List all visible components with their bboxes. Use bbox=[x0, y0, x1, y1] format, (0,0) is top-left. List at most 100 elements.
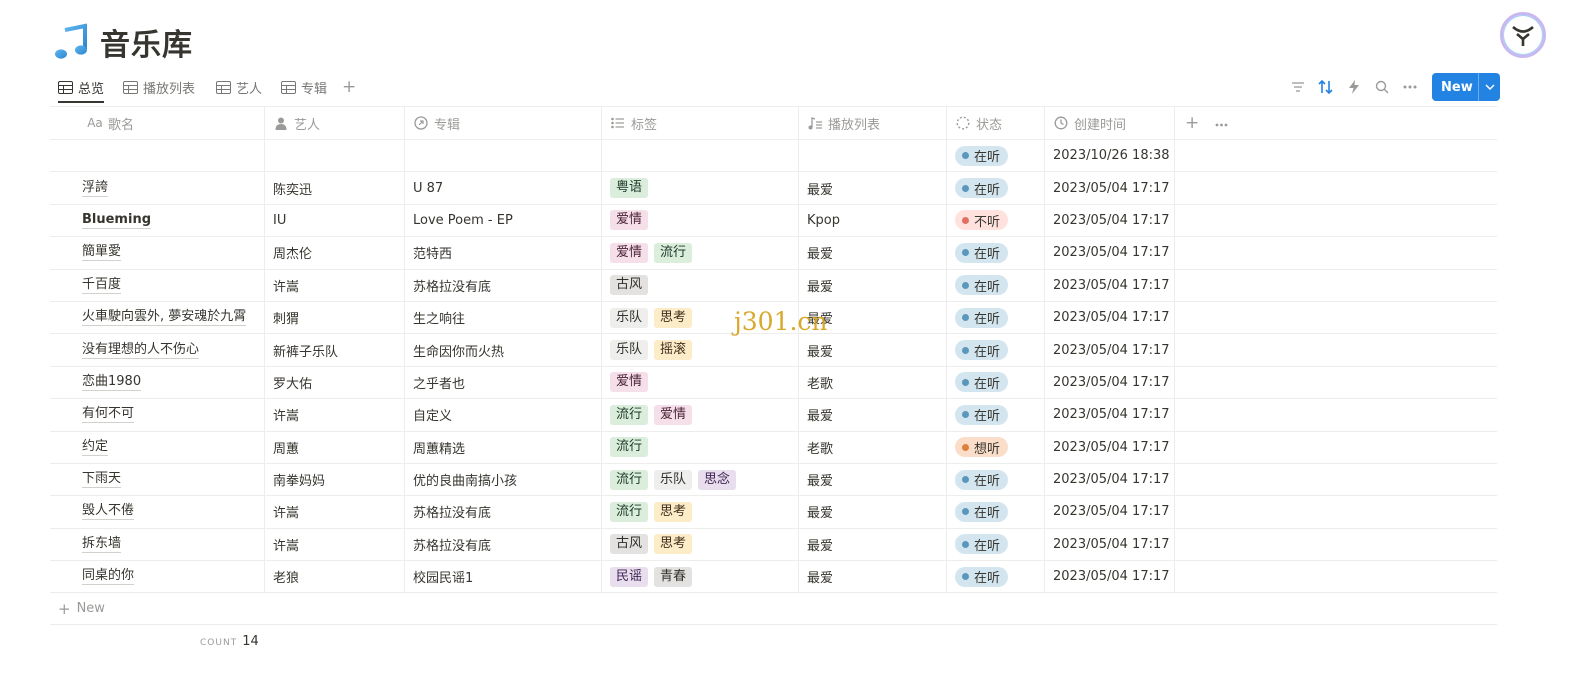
column-header-status[interactable]: 状态 bbox=[947, 107, 1045, 139]
song-cell[interactable]: 毁人不倦 bbox=[50, 496, 265, 528]
playlist-cell[interactable]: 最爱 bbox=[799, 334, 947, 366]
tags-cell[interactable]: 古风 思考 bbox=[602, 528, 799, 561]
tags-cell[interactable]: 乐队 摇滚 bbox=[602, 334, 799, 366]
count-summary[interactable]: COUNT 14 bbox=[200, 634, 259, 649]
tags-cell[interactable]: 古风 bbox=[602, 269, 799, 301]
song-cell[interactable]: 有何不可 bbox=[50, 399, 265, 431]
table-row[interactable]: 恋曲1980 罗大佑 之乎者也 爱情 老歌 在听 2023/05/04 17:17 bbox=[50, 366, 1497, 400]
song-title[interactable]: 约定 bbox=[82, 439, 109, 456]
song-title[interactable]: 下雨天 bbox=[82, 471, 122, 489]
table-row[interactable]: 没有理想的人不伤心 新裤子乐队 生命因你而火热 乐队 摇滚 最爱 在听 2023/05/04 … bbox=[50, 334, 1497, 367]
tab-overview[interactable]: 总览 bbox=[58, 72, 105, 103]
tags-cell[interactable]: 粤语 bbox=[602, 172, 799, 204]
avatar[interactable] bbox=[1500, 12, 1546, 58]
album-cell[interactable]: 苏格拉没有底 bbox=[405, 269, 602, 301]
playlist-cell[interactable]: 最爱 bbox=[799, 561, 947, 593]
song-cell[interactable]: 簡單愛 bbox=[50, 237, 265, 269]
table-row[interactable]: 在听 2023/10/26 18:38 bbox=[50, 140, 1497, 173]
tab-playlists[interactable]: 播放列表 bbox=[123, 72, 195, 102]
album-cell[interactable]: 周蕙精选 bbox=[405, 431, 602, 463]
playlist-cell[interactable]: 最爱 bbox=[799, 172, 947, 204]
album-cell[interactable]: 生之响往 bbox=[405, 301, 602, 334]
artist-cell[interactable]: 许嵩 bbox=[265, 269, 405, 301]
album-cell[interactable]: U 87 bbox=[405, 172, 602, 204]
artist-cell[interactable]: 南拳妈妈 bbox=[265, 463, 405, 496]
column-header-created[interactable]: 创建时间 bbox=[1045, 107, 1175, 139]
status-cell[interactable]: 不听 bbox=[947, 204, 1045, 237]
album-cell[interactable]: 范特西 bbox=[405, 237, 602, 269]
status-cell[interactable]: 在听 bbox=[947, 301, 1045, 334]
playlist-cell[interactable] bbox=[799, 140, 947, 172]
playlist-cell[interactable]: 最爱 bbox=[799, 399, 947, 431]
table-row[interactable]: 千百度 许嵩 苏格拉没有底 古风 最爱 在听 2023/05/04 17:17 bbox=[50, 269, 1497, 302]
lightning-icon[interactable] bbox=[1340, 73, 1368, 101]
song-cell[interactable]: Blueming bbox=[50, 204, 265, 237]
artist-cell[interactable]: 刺猬 bbox=[265, 301, 405, 334]
more-icon[interactable] bbox=[1396, 73, 1424, 101]
tags-cell[interactable]: 爱情 bbox=[602, 204, 799, 237]
song-title[interactable]: 簡單愛 bbox=[82, 244, 122, 262]
tags-cell[interactable]: 民谣 青春 bbox=[602, 561, 799, 593]
song-cell[interactable]: 没有理想的人不伤心 bbox=[50, 334, 265, 366]
sort-icon[interactable] bbox=[1312, 73, 1340, 101]
status-cell[interactable]: 在听 bbox=[947, 463, 1045, 496]
status-cell[interactable]: 在听 bbox=[947, 140, 1045, 172]
table-row[interactable]: 浮誇 陈奕迅 U 87 粤语 最爱 在听 2023/05/04 17:17 bbox=[50, 172, 1497, 205]
artist-cell[interactable]: 周杰伦 bbox=[265, 237, 405, 269]
tags-cell[interactable]: 流行 bbox=[602, 431, 799, 463]
tab-albums[interactable]: 专辑 bbox=[281, 72, 327, 102]
artist-cell[interactable]: 许嵩 bbox=[265, 496, 405, 528]
song-cell[interactable]: 约定 bbox=[50, 431, 265, 463]
tags-cell[interactable]: 爱情 流行 bbox=[602, 237, 799, 269]
song-title[interactable]: Blueming bbox=[82, 212, 151, 229]
artist-cell[interactable]: 陈奕迅 bbox=[265, 172, 405, 204]
status-cell[interactable]: 在听 bbox=[947, 366, 1045, 399]
song-cell[interactable]: 浮誇 bbox=[50, 172, 265, 204]
search-icon[interactable] bbox=[1368, 73, 1396, 101]
music-note-icon[interactable] bbox=[52, 22, 92, 62]
album-cell[interactable]: 校园民谣1 bbox=[405, 561, 602, 593]
status-cell[interactable]: 在听 bbox=[947, 237, 1045, 269]
status-cell[interactable]: 在听 bbox=[947, 269, 1045, 301]
table-row[interactable]: 下雨天 南拳妈妈 优的良曲南搞小孩 流行 乐队 思念 最爱 在听 2023/05/04 17:1… bbox=[50, 463, 1497, 497]
column-header-artist[interactable]: 艺人 bbox=[265, 107, 405, 139]
song-cell[interactable]: 千百度 bbox=[50, 269, 265, 301]
artist-cell[interactable]: 罗大佑 bbox=[265, 366, 405, 399]
tags-cell[interactable]: 流行 思考 bbox=[602, 496, 799, 528]
artist-cell[interactable]: 许嵩 bbox=[265, 528, 405, 561]
tags-cell[interactable]: 爱情 bbox=[602, 366, 799, 399]
add-row-button[interactable]: + New bbox=[50, 593, 1497, 626]
song-cell[interactable] bbox=[50, 140, 265, 172]
chevron-down-icon[interactable] bbox=[1478, 73, 1500, 101]
column-header-tags[interactable]: 标签 bbox=[602, 107, 799, 139]
song-title[interactable]: 拆东墙 bbox=[82, 536, 122, 553]
column-header-playlist[interactable]: 播放列表 bbox=[799, 107, 947, 139]
status-cell[interactable]: 想听 bbox=[947, 431, 1045, 463]
tags-cell[interactable] bbox=[602, 140, 799, 172]
playlist-cell[interactable]: 最爱 bbox=[799, 528, 947, 561]
album-cell[interactable]: 生命因你而火热 bbox=[405, 334, 602, 366]
song-cell[interactable]: 恋曲1980 bbox=[50, 366, 265, 399]
album-cell[interactable]: 苏格拉没有底 bbox=[405, 496, 602, 528]
table-row[interactable]: 有何不可 许嵩 自定义 流行 爱情 最爱 在听 2023/05/04 17:17 bbox=[50, 399, 1497, 432]
table-row[interactable]: 簡單愛 周杰伦 范特西 爱情 流行 最爱 在听 2023/05/04 17:17 bbox=[50, 237, 1497, 270]
status-cell[interactable]: 在听 bbox=[947, 172, 1045, 204]
status-cell[interactable]: 在听 bbox=[947, 561, 1045, 593]
song-cell[interactable]: 下雨天 bbox=[50, 463, 265, 496]
status-cell[interactable]: 在听 bbox=[947, 496, 1045, 528]
table-row[interactable]: 约定 周蕙 周蕙精选 流行 老歌 想听 2023/05/04 17:17 bbox=[50, 431, 1497, 464]
artist-cell[interactable]: 新裤子乐队 bbox=[265, 334, 405, 366]
album-cell[interactable]: 苏格拉没有底 bbox=[405, 528, 602, 561]
album-cell[interactable]: Love Poem - EP bbox=[405, 204, 602, 237]
song-title[interactable]: 没有理想的人不伤心 bbox=[82, 342, 200, 359]
playlist-cell[interactable]: 最爱 bbox=[799, 463, 947, 496]
status-cell[interactable]: 在听 bbox=[947, 399, 1045, 431]
tab-artists[interactable]: 艺人 bbox=[216, 72, 262, 102]
artist-cell[interactable]: 老狼 bbox=[265, 561, 405, 593]
song-cell[interactable]: 同桌的你 bbox=[50, 561, 265, 593]
song-title[interactable]: 毁人不倦 bbox=[82, 503, 135, 521]
artist-cell[interactable]: IU bbox=[265, 204, 405, 237]
playlist-cell[interactable]: 最爱 bbox=[799, 237, 947, 269]
add-view-button[interactable]: + bbox=[342, 72, 356, 102]
page-title[interactable]: 音乐库 bbox=[100, 20, 193, 64]
